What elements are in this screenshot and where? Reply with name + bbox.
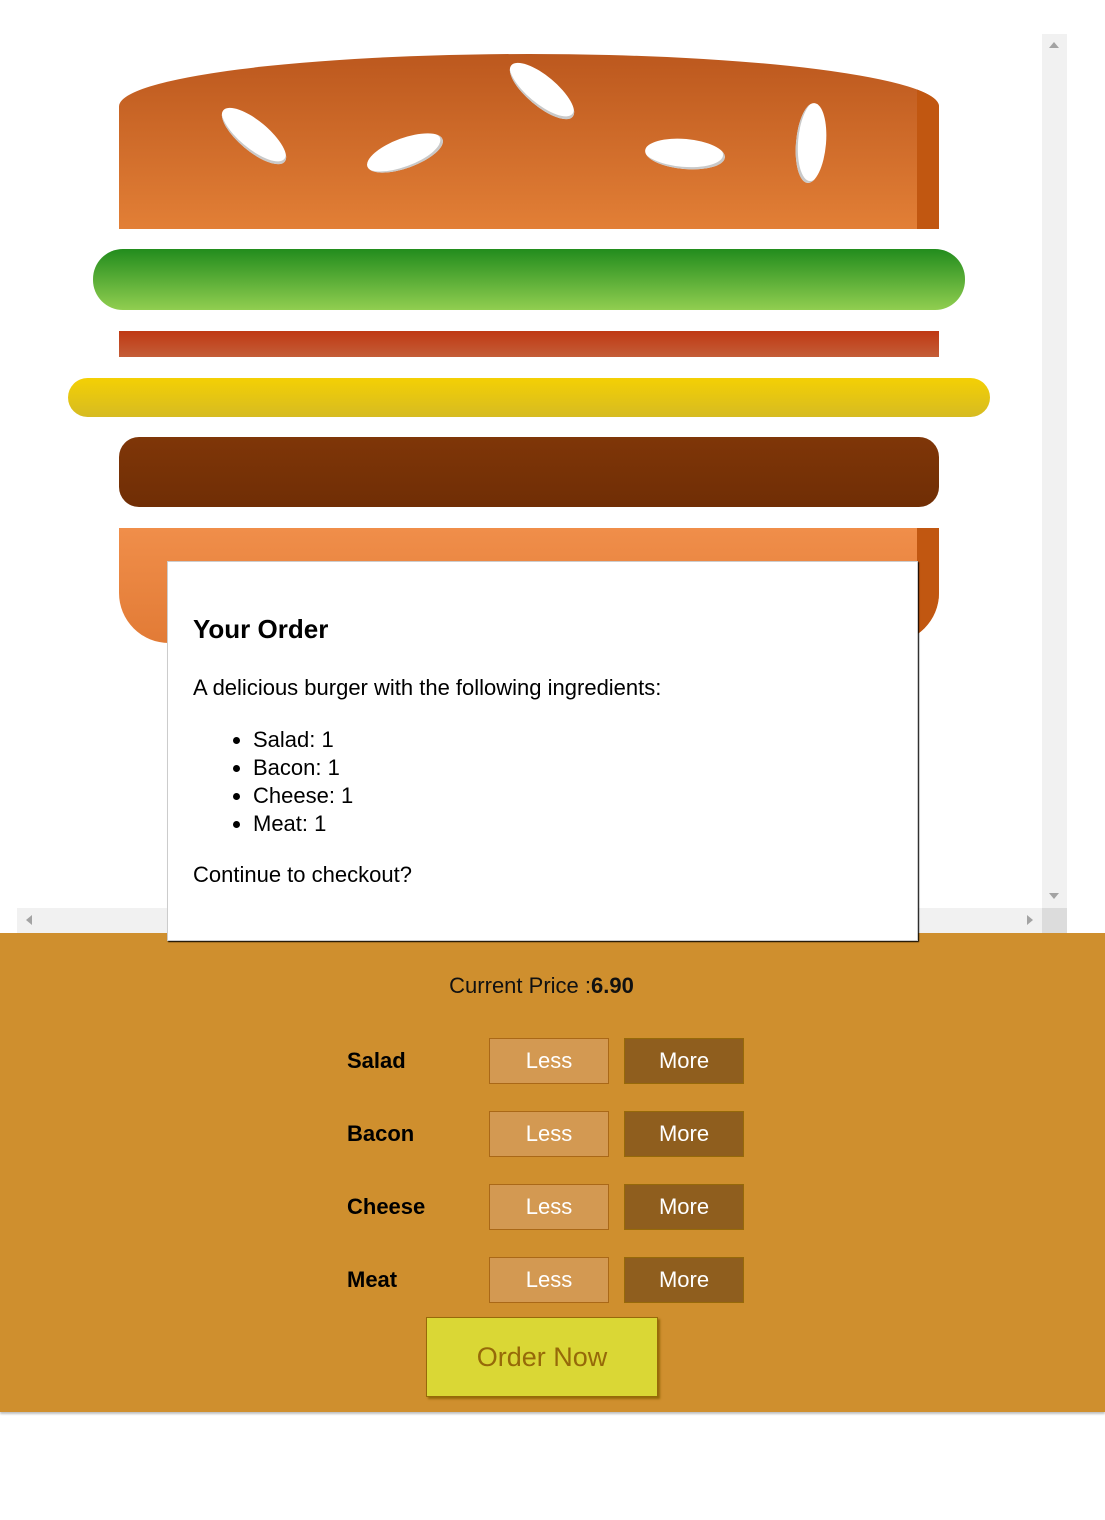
more-bacon-button[interactable]: More bbox=[624, 1111, 744, 1157]
scroll-corner bbox=[1042, 908, 1067, 933]
ingredient-list: Salad: 1 Bacon: 1 Cheese: 1 Meat: 1 bbox=[253, 726, 892, 838]
seed bbox=[792, 101, 830, 185]
more-salad-button[interactable]: More bbox=[624, 1038, 744, 1084]
control-row-salad: Salad Less More bbox=[347, 1038, 747, 1084]
order-now-button[interactable]: Order Now bbox=[426, 1317, 658, 1397]
bread-bottom-shade bbox=[917, 528, 939, 643]
control-label: Bacon bbox=[347, 1121, 415, 1146]
meat-layer bbox=[119, 437, 939, 507]
control-label: Cheese bbox=[347, 1194, 426, 1219]
seed bbox=[362, 125, 448, 181]
list-item: Salad: 1 bbox=[253, 726, 892, 754]
less-meat-button[interactable]: Less bbox=[489, 1257, 609, 1303]
build-controls: Current Price :6.90 Salad Less More Baco… bbox=[0, 933, 1105, 1412]
scroll-right-icon[interactable] bbox=[1027, 915, 1033, 925]
bread-top bbox=[119, 54, 939, 229]
seed bbox=[501, 54, 583, 129]
price-value: 6.90 bbox=[591, 973, 634, 998]
price-label: Current Price : bbox=[449, 973, 591, 998]
current-price: Current Price :6.90 bbox=[0, 973, 1083, 999]
modal-title: Your Order bbox=[193, 614, 329, 644]
scroll-up-icon[interactable] bbox=[1049, 42, 1059, 48]
list-item: Meat: 1 bbox=[253, 810, 892, 838]
more-meat-button[interactable]: More bbox=[624, 1257, 744, 1303]
bacon-layer bbox=[119, 331, 939, 357]
salad-layer bbox=[93, 249, 965, 310]
vertical-scrollbar[interactable] bbox=[1042, 34, 1067, 908]
cheese-layer bbox=[68, 378, 990, 417]
scroll-left-icon[interactable] bbox=[26, 915, 32, 925]
order-summary-modal: Your Order A delicious burger with the f… bbox=[167, 561, 918, 941]
less-cheese-button[interactable]: Less bbox=[489, 1184, 609, 1230]
less-salad-button[interactable]: Less bbox=[489, 1038, 609, 1084]
bread-top-shade bbox=[917, 54, 939, 229]
seed bbox=[213, 98, 295, 174]
seed bbox=[643, 135, 727, 173]
control-row-meat: Meat Less More bbox=[347, 1257, 747, 1303]
more-cheese-button[interactable]: More bbox=[624, 1184, 744, 1230]
control-label: Meat bbox=[347, 1267, 398, 1292]
modal-intro: A delicious burger with the following in… bbox=[193, 675, 662, 700]
less-bacon-button[interactable]: Less bbox=[489, 1111, 609, 1157]
control-row-bacon: Bacon Less More bbox=[347, 1111, 747, 1157]
checkout-question: Continue to checkout? bbox=[193, 862, 412, 887]
list-item: Bacon: 1 bbox=[253, 754, 892, 782]
control-label: Salad bbox=[347, 1048, 406, 1073]
control-row-cheese: Cheese Less More bbox=[347, 1184, 747, 1230]
list-item: Cheese: 1 bbox=[253, 782, 892, 810]
scroll-down-icon[interactable] bbox=[1049, 893, 1059, 899]
